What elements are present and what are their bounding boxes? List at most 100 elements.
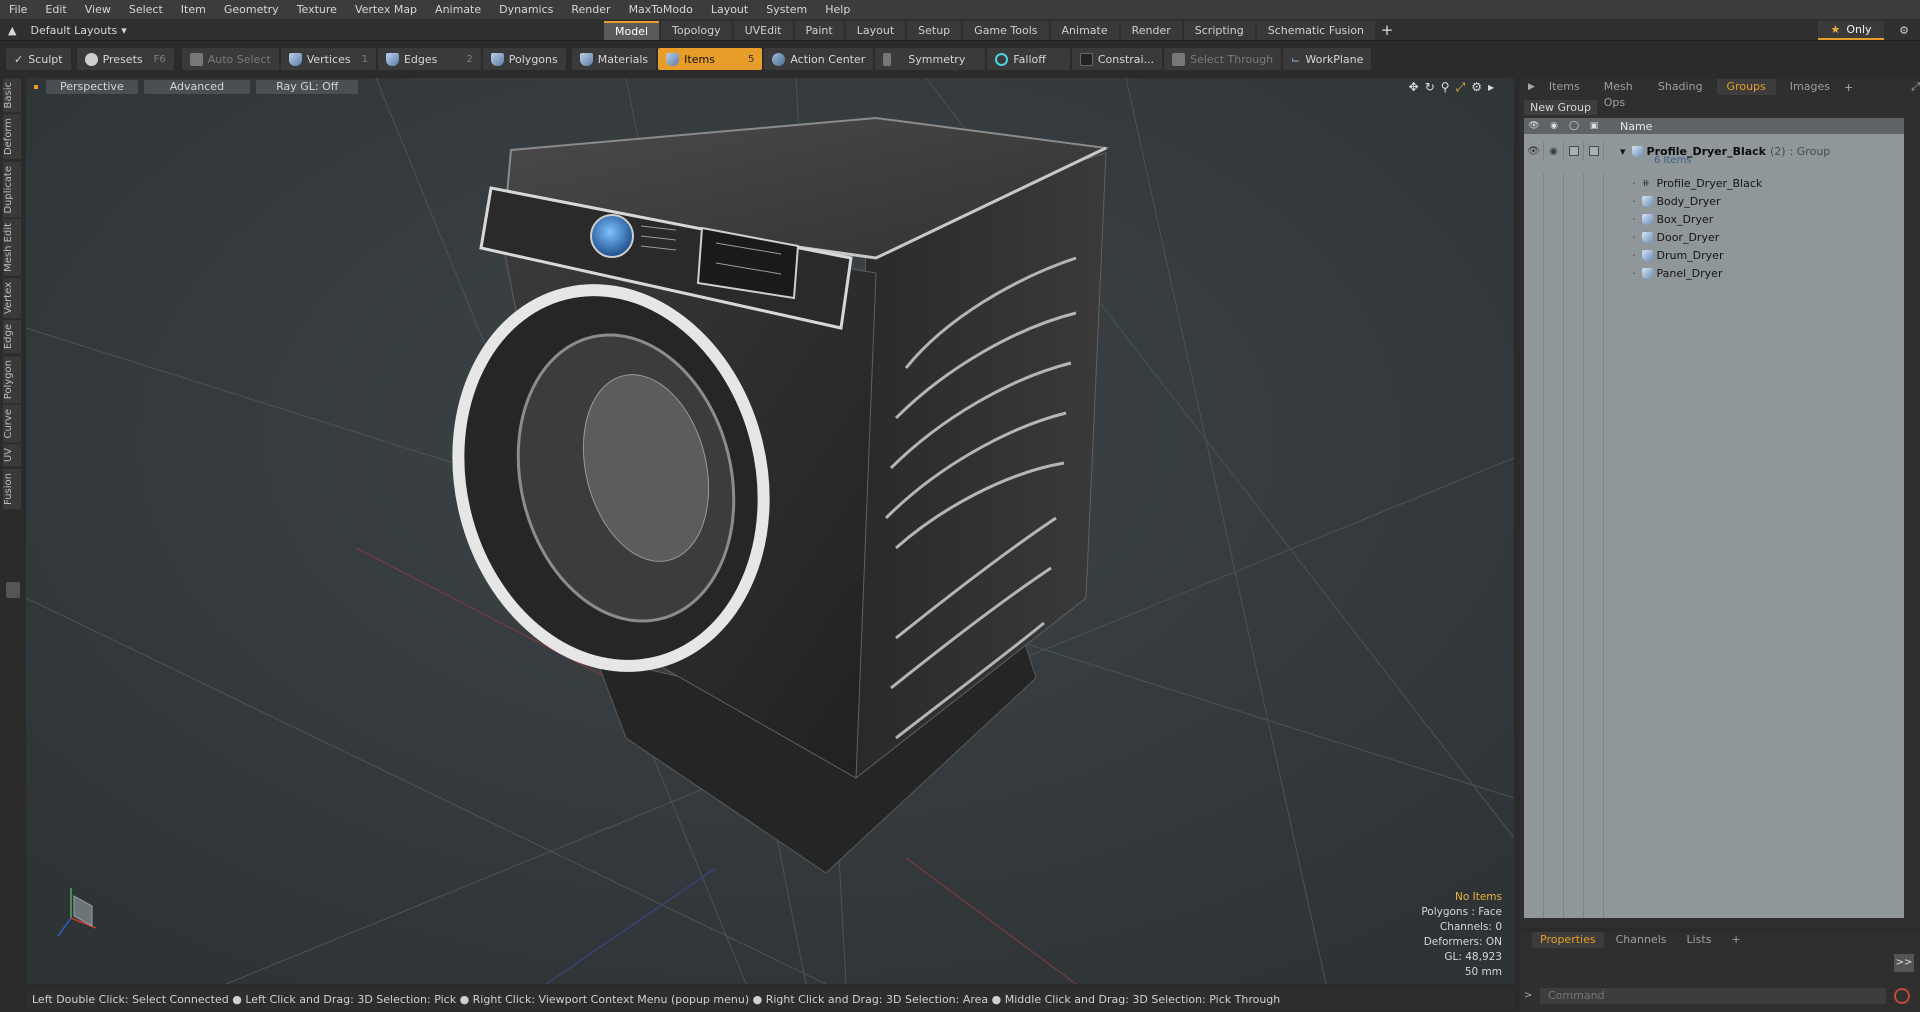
tab-mesh-ops[interactable]: Mesh Ops <box>1594 79 1644 109</box>
select-through-button[interactable]: Select Through <box>1164 48 1282 70</box>
tab-scripting[interactable]: Scripting <box>1183 21 1255 40</box>
tab-setup[interactable]: Setup <box>907 21 962 40</box>
group-visibility-toggle[interactable]: 👁 <box>1524 142 1544 160</box>
items-button[interactable]: Items 5 <box>658 48 763 70</box>
expand-properties-button[interactable]: >> <box>1894 954 1914 972</box>
tab-uvedit[interactable]: UVEdit <box>733 21 793 40</box>
vtab-vertex[interactable]: Vertex <box>3 278 21 319</box>
workplane-button[interactable]: ⌙ WorkPlane <box>1283 48 1372 70</box>
tab-schematic-fusion[interactable]: Schematic Fusion <box>1256 21 1376 40</box>
tab-paint[interactable]: Paint <box>794 21 844 40</box>
menu-texture[interactable]: Texture <box>288 0 346 19</box>
vtab-basic[interactable]: Basic <box>3 78 21 113</box>
edges-button[interactable]: Edges 2 <box>377 48 481 70</box>
list-item[interactable]: · ⧺ Profile_Dryer_Black <box>1524 174 1904 192</box>
menu-file[interactable]: File <box>0 0 36 19</box>
vtab-mesh-edit[interactable]: Mesh Edit <box>3 219 21 277</box>
tab-animate[interactable]: Animate <box>1050 21 1119 40</box>
viewport-menu-dot[interactable] <box>34 85 38 89</box>
vtab-edge[interactable]: Edge <box>3 320 21 354</box>
menu-help[interactable]: Help <box>816 0 859 19</box>
menu-render[interactable]: Render <box>562 0 619 19</box>
vtab-polygon[interactable]: Polygon <box>3 355 21 403</box>
pan-icon[interactable]: ✥ <box>1409 80 1419 95</box>
tab-shading[interactable]: Shading <box>1648 79 1713 95</box>
vertices-button[interactable]: Vertices 1 <box>280 48 376 70</box>
tab-layout[interactable]: Layout <box>845 21 906 40</box>
menu-geometry[interactable]: Geometry <box>215 0 288 19</box>
command-stop-icon[interactable] <box>1894 988 1910 1004</box>
name-column-header[interactable]: Name <box>1620 120 1652 133</box>
lock-column-icon[interactable]: ◯ <box>1564 118 1584 134</box>
polygons-button[interactable]: Polygons <box>482 48 566 70</box>
only-button[interactable]: ★ Only <box>1818 21 1884 40</box>
vtab-curve[interactable]: Curve <box>3 404 21 443</box>
presets-button[interactable]: Presets F6 <box>76 48 174 70</box>
layout-dropdown[interactable]: ▲ Default Layouts ▾ <box>8 22 127 38</box>
view-mode-button[interactable]: Perspective <box>46 80 138 94</box>
list-item[interactable]: · Panel_Dryer <box>1524 264 1904 282</box>
tab-lists[interactable]: Lists <box>1679 932 1720 948</box>
group-select-toggle[interactable] <box>1584 142 1604 160</box>
menu-item[interactable]: Item <box>172 0 215 19</box>
tab-render[interactable]: Render <box>1120 21 1182 40</box>
add-bottom-tab-icon[interactable]: + <box>1723 932 1748 948</box>
auto-select-button[interactable]: Auto Select <box>181 48 279 70</box>
menu-dynamics[interactable]: Dynamics <box>490 0 562 19</box>
tab-images[interactable]: Images <box>1780 79 1840 95</box>
command-history-icon[interactable]: > <box>1524 988 1532 1004</box>
menu-vertex-map[interactable]: Vertex Map <box>346 0 426 19</box>
command-input[interactable] <box>1540 988 1886 1004</box>
viewport-expand-icon[interactable]: ▸ <box>1488 80 1494 95</box>
tab-groups[interactable]: Groups <box>1716 79 1776 95</box>
menu-system[interactable]: System <box>757 0 816 19</box>
left-panel-toggle[interactable] <box>6 582 20 598</box>
vtab-fusion[interactable]: Fusion <box>3 468 21 509</box>
list-item[interactable]: · Drum_Dryer <box>1524 246 1904 264</box>
rotate-icon[interactable]: ↻ <box>1425 80 1435 95</box>
raygl-button[interactable]: Ray GL: Off <box>256 80 359 94</box>
symmetry-button[interactable]: Symmetry <box>875 48 986 70</box>
new-group-button[interactable]: New Group <box>1524 100 1597 115</box>
menu-layout[interactable]: Layout <box>702 0 757 19</box>
3d-viewport[interactable]: Perspective Advanced Ray GL: Off ✥ ↻ ⚲ ⤢… <box>26 78 1514 984</box>
visibility-column-icon[interactable]: 👁 <box>1524 118 1544 134</box>
menu-edit[interactable]: Edit <box>36 0 75 19</box>
group-render-toggle[interactable]: ◉ <box>1544 142 1564 160</box>
viewport-settings-icon[interactable]: ⚙ <box>1471 80 1482 95</box>
group-expand-icon[interactable]: ▾ <box>1620 145 1626 158</box>
vtab-uv[interactable]: UV <box>3 444 21 467</box>
vtab-deform[interactable]: Deform <box>3 114 21 160</box>
panel-menu-icon[interactable]: ▶ <box>1528 82 1535 92</box>
menu-animate[interactable]: Animate <box>426 0 490 19</box>
add-tab-icon[interactable]: + <box>1377 21 1397 40</box>
list-item[interactable]: · Door_Dryer <box>1524 228 1904 246</box>
tab-topology[interactable]: Topology <box>661 21 732 40</box>
menu-maxtomodo[interactable]: MaxToModo <box>620 0 702 19</box>
materials-button[interactable]: Materials <box>571 48 657 70</box>
fit-icon[interactable]: ⤢ <box>1456 80 1466 95</box>
group-lock-toggle[interactable] <box>1564 142 1584 160</box>
gear-icon[interactable]: ⚙ <box>1895 21 1913 40</box>
panel-maximize-icon[interactable]: ⤢ <box>1911 80 1920 94</box>
shading-mode-button[interactable]: Advanced <box>143 80 251 94</box>
menu-select[interactable]: Select <box>120 0 172 19</box>
tab-channels[interactable]: Channels <box>1608 932 1675 948</box>
list-item[interactable]: · Body_Dryer <box>1524 192 1904 210</box>
tab-properties[interactable]: Properties <box>1532 932 1604 948</box>
render-column-icon[interactable]: ◉ <box>1544 118 1564 134</box>
group-row[interactable]: 👁 ◉ ▾ Profile_Dryer_Black (2) : Group <box>1524 138 1904 164</box>
tab-model[interactable]: Model <box>604 21 660 40</box>
action-center-button[interactable]: Action Center <box>764 48 874 70</box>
select-column-icon[interactable]: ▣ <box>1584 118 1604 134</box>
tab-game-tools[interactable]: Game Tools <box>963 21 1049 40</box>
menu-view[interactable]: View <box>76 0 120 19</box>
add-panel-tab-icon[interactable]: + <box>1844 81 1853 94</box>
constraints-button[interactable]: Constrai... <box>1071 48 1163 70</box>
sculpt-button[interactable]: ✓ Sculpt <box>6 48 71 70</box>
tab-items[interactable]: Items <box>1539 79 1590 95</box>
list-item[interactable]: · Box_Dryer <box>1524 210 1904 228</box>
falloff-button[interactable]: Falloff <box>987 48 1070 70</box>
zoom-icon[interactable]: ⚲ <box>1441 80 1450 95</box>
vtab-duplicate[interactable]: Duplicate <box>3 161 21 218</box>
